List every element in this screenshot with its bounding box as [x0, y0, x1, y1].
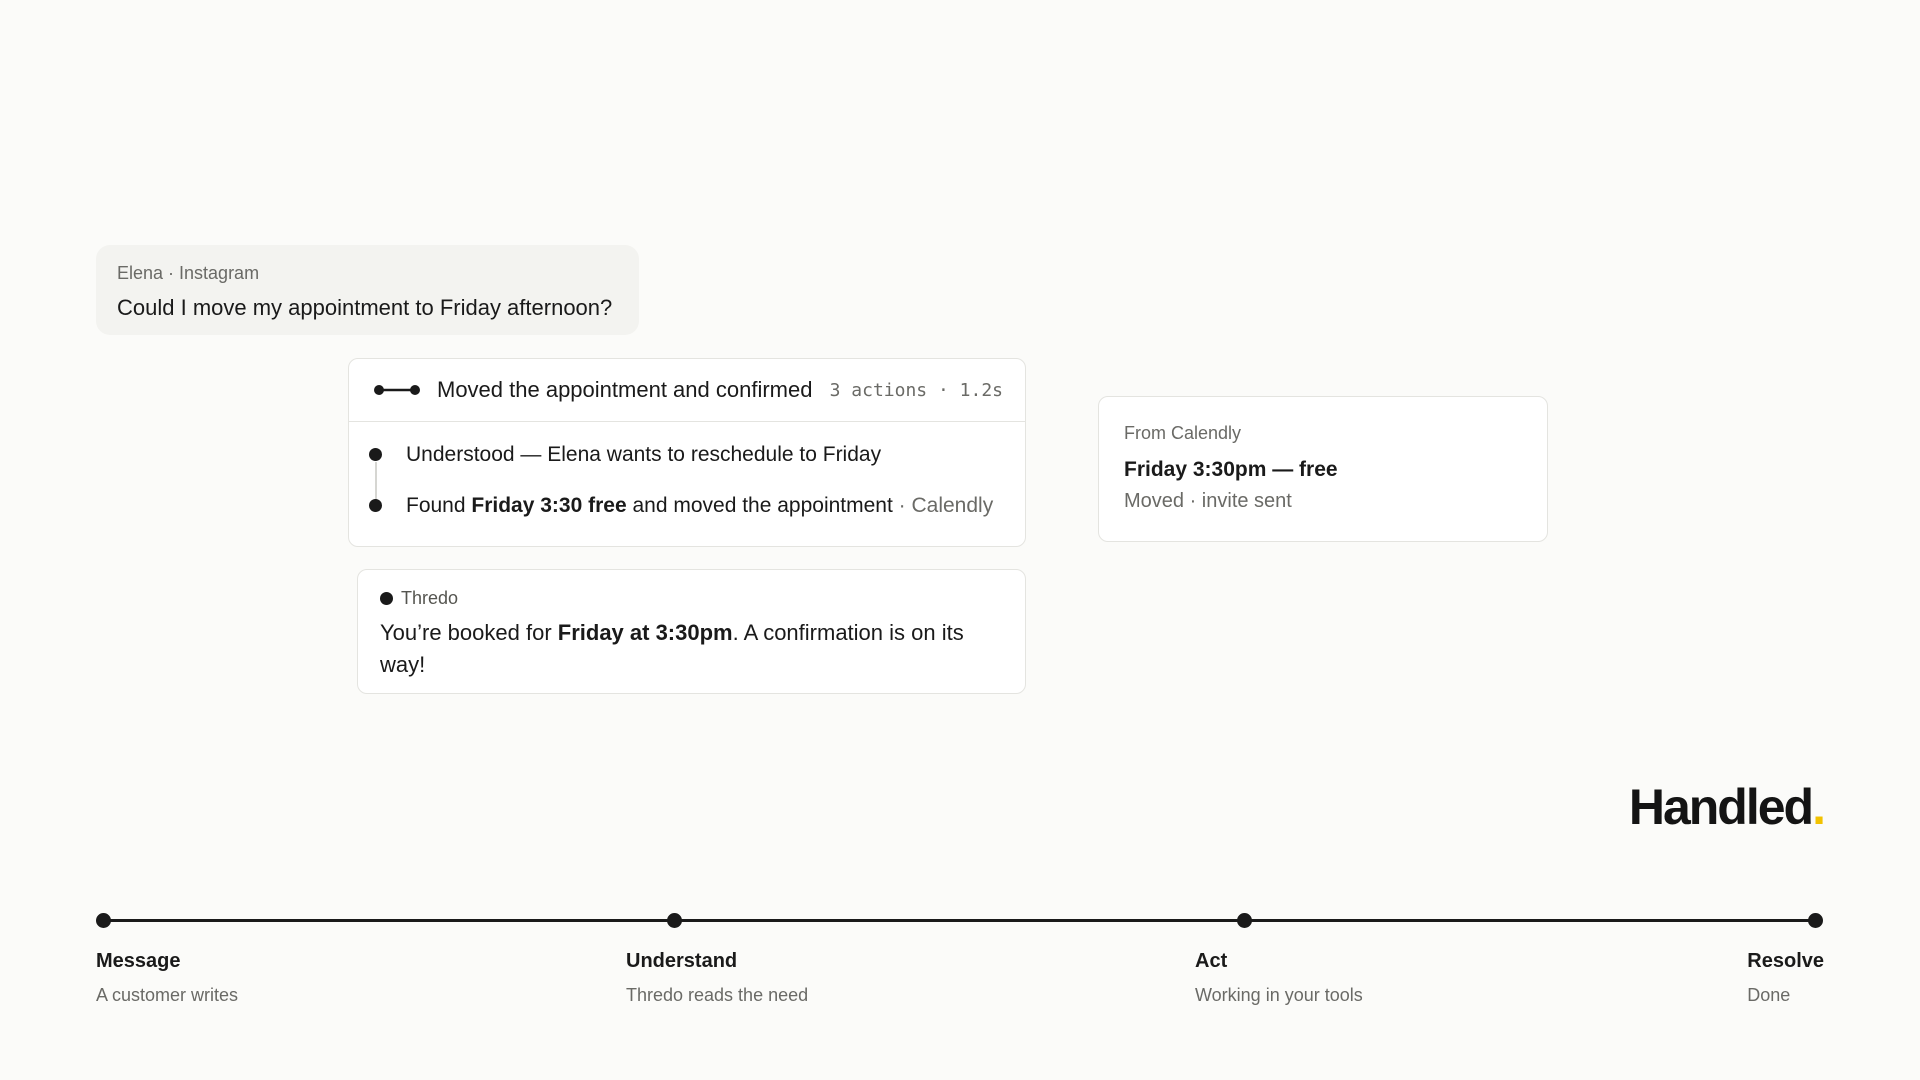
step-text-post: and moved the appointment	[626, 494, 893, 517]
brand-accent: .	[1812, 779, 1826, 835]
stage: Elena · Instagram Could I move my appoin…	[0, 0, 1920, 1080]
reply-text-bold: Friday at 3:30pm	[557, 620, 733, 645]
actions-stats: 3 actions · 1.2s	[829, 379, 1003, 401]
step-source: · Calendly	[892, 494, 994, 517]
message-text: Could I move my appointment to Friday af…	[117, 295, 613, 320]
timeline-stage-message: Message A customer writes	[96, 950, 238, 1006]
sender-dot-icon	[380, 592, 393, 605]
timeline-stage-understand: Understand Thredo reads the need	[626, 950, 808, 1006]
action-steps: Understood — Elena wants to reschedule t…	[349, 422, 1025, 544]
reply-text-pre: You’re booked for	[380, 620, 558, 645]
timeline-stage-resolve: Resolve Done	[1747, 950, 1824, 1006]
action-step: Found Friday 3:30 free and moved the app…	[369, 493, 1003, 544]
chain-icon	[374, 385, 420, 395]
message-sender: Elena · Instagram	[117, 263, 260, 283]
timeline-node	[1808, 913, 1823, 928]
reply-card[interactable]: Thredo You’re booked for Friday at 3:30p…	[357, 569, 1026, 694]
timeline: Message A customer writes Understand Thr…	[96, 910, 1824, 1010]
calendly-card[interactable]: From Calendly Friday 3:30pm — free Moved…	[1098, 396, 1548, 542]
timeline-node	[667, 913, 682, 928]
stage-name: Understand	[626, 950, 738, 972]
stage-desc: Done	[1747, 985, 1791, 1005]
calendly-status: Moved · invite sent	[1124, 490, 1292, 512]
step-dot-icon	[369, 499, 382, 512]
timeline-line	[104, 919, 1816, 922]
stage-name: Message	[96, 950, 181, 972]
stage-name: Resolve	[1747, 950, 1824, 972]
stage-desc: Thredo reads the need	[626, 985, 809, 1005]
actions-header[interactable]: Moved the appointment and confirmed 3 ac…	[349, 359, 1025, 422]
calendly-source: From Calendly	[1124, 423, 1242, 443]
reply-text: You’re booked for Friday at 3:30pm. A co…	[380, 617, 1003, 681]
step-text: Understood — Elena wants to reschedule t…	[406, 443, 882, 466]
stage-name: Act	[1195, 950, 1228, 972]
brand-logo: Handled.	[1628, 778, 1826, 836]
action-step: Understood — Elena wants to reschedule t…	[369, 442, 1003, 493]
stage-desc: Working in your tools	[1195, 985, 1363, 1005]
actions-card[interactable]: Moved the appointment and confirmed 3 ac…	[348, 358, 1026, 547]
step-text-bold: Friday 3:30 free	[471, 494, 627, 517]
actions-summary: Moved the appointment and confirmed	[437, 377, 813, 402]
step-dot-icon	[369, 448, 382, 461]
timeline-node	[96, 913, 111, 928]
brand-name: Handled	[1628, 779, 1814, 835]
step-text-pre: Found	[406, 494, 472, 517]
timeline-node	[1237, 913, 1252, 928]
calendly-title: Friday 3:30pm — free	[1124, 458, 1338, 481]
reply-sender: Thredo	[380, 588, 1003, 609]
stage-desc: A customer writes	[96, 985, 239, 1005]
incoming-message[interactable]: Elena · Instagram Could I move my appoin…	[96, 245, 639, 335]
reply-sender-name: Thredo	[401, 588, 459, 608]
timeline-stage-act: Act Working in your tools	[1195, 950, 1363, 1006]
